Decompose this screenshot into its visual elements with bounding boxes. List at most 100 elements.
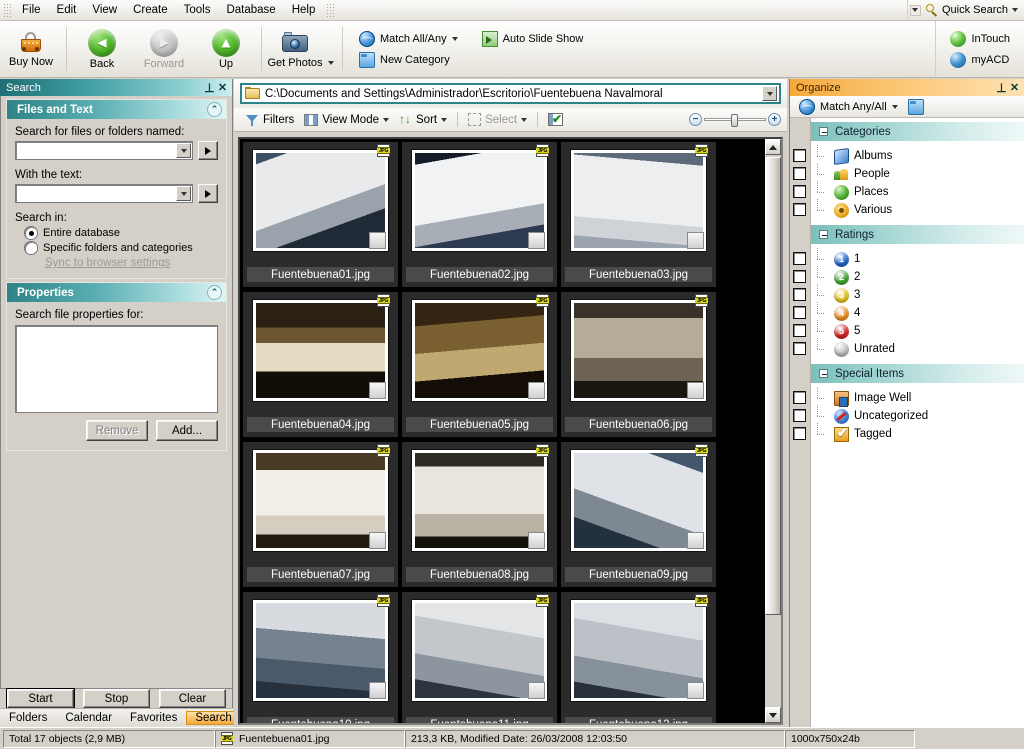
organize-section-header[interactable]: Ratings [811, 225, 1024, 244]
remove-button[interactable]: Remove [86, 420, 148, 441]
collapse-chevron-icon[interactable]: ⌃ [207, 285, 222, 300]
organize-tree-item[interactable]: 22 [811, 266, 1024, 286]
menu-item-create[interactable]: Create [125, 1, 176, 19]
organize-tree-item[interactable]: Places [811, 181, 1024, 201]
organize-tree-item[interactable]: Albums [811, 145, 1024, 165]
organize-item-checkbox[interactable] [793, 306, 806, 319]
address-dropdown-button[interactable] [762, 86, 777, 101]
scroll-up-button[interactable] [765, 139, 781, 155]
organize-tree-item[interactable]: Various [811, 199, 1024, 219]
text-go-button[interactable] [198, 184, 218, 203]
auto-slide-show-button[interactable]: Auto Slide Show [478, 30, 588, 48]
address-bar[interactable]: C:\Documents and Settings\Administrador\… [240, 83, 781, 104]
scrollbar-thumb[interactable] [765, 157, 781, 615]
tab-search[interactable]: Search [186, 711, 241, 725]
pin-icon[interactable]: ⊥ [203, 81, 216, 95]
menu-grip-2[interactable] [326, 2, 335, 18]
filename-combo[interactable] [15, 141, 193, 160]
buy-now-button[interactable]: Buy Now [0, 21, 62, 77]
thumbnail-item[interactable]: JPG Fuentebuena02.jpg [402, 142, 557, 287]
sync-to-browser-settings-link[interactable]: Sync to browser settings [45, 257, 218, 269]
thumbnail-item[interactable]: JPG Fuentebuena06.jpg [561, 292, 716, 437]
organize-tree-item[interactable]: People [811, 163, 1024, 183]
organize-item-checkbox[interactable] [793, 288, 806, 301]
organize-section-header[interactable]: Special Items [811, 364, 1024, 383]
start-button[interactable]: Start [7, 689, 74, 708]
toolbar-overflow-button[interactable] [909, 4, 921, 16]
organize-item-checkbox[interactable] [793, 203, 806, 216]
intouch-button[interactable]: InTouch [946, 30, 1014, 48]
organize-tree-item[interactable]: 11 [811, 248, 1024, 268]
organize-tree-item[interactable]: 55 [811, 320, 1024, 340]
organize-item-checkbox[interactable] [793, 409, 806, 422]
organize-section-header[interactable]: Categories [811, 122, 1024, 141]
match-all-any-button[interactable]: Match All/Any [355, 30, 462, 48]
close-icon[interactable]: ✕ [216, 81, 229, 94]
thumbnail-corner-handle[interactable] [369, 682, 386, 699]
menu-item-database[interactable]: Database [218, 1, 283, 19]
organize-tree-item[interactable]: 33 [811, 284, 1024, 304]
filename-go-button[interactable] [198, 141, 218, 160]
menu-grip[interactable] [3, 2, 11, 18]
organize-tree-item[interactable]: Tagged [811, 423, 1024, 443]
address-path[interactable]: C:\Documents and Settings\Administrador\… [265, 88, 762, 100]
up-button[interactable]: ▲ Up [195, 21, 257, 77]
organize-item-checkbox[interactable] [793, 252, 806, 265]
collapse-chevron-icon[interactable]: ⌃ [207, 102, 222, 117]
close-icon[interactable]: ✕ [1008, 81, 1021, 94]
collapse-expander-icon[interactable] [819, 230, 828, 239]
clear-button[interactable]: Clear [159, 689, 226, 708]
forward-button[interactable]: ► Forward [133, 21, 195, 77]
organize-tree-item[interactable]: Unrated [811, 338, 1024, 358]
organize-tree-item[interactable]: 44 [811, 302, 1024, 322]
thumbnail-corner-handle[interactable] [687, 232, 704, 249]
menu-item-view[interactable]: View [84, 1, 125, 19]
thumbnail-item[interactable]: JPG Fuentebuena09.jpg [561, 442, 716, 587]
pin-icon[interactable]: ⊥ [995, 81, 1008, 95]
thumbnail-item[interactable]: JPG Fuentebuena10.jpg [243, 592, 398, 723]
organize-tree-item[interactable]: Uncategorized [811, 405, 1024, 425]
get-photos-dropdown-button[interactable] [324, 21, 338, 77]
zoom-track[interactable] [704, 114, 766, 127]
menu-item-edit[interactable]: Edit [49, 1, 85, 19]
thumbnail-item[interactable]: JPG Fuentebuena11.jpg [402, 592, 557, 723]
quick-search-label[interactable]: Quick Search [942, 4, 1008, 16]
new-category-button[interactable]: New Category [355, 51, 454, 69]
myacd-button[interactable]: myACD [946, 51, 1014, 69]
thumbnail-item[interactable]: JPG Fuentebuena01.jpg [243, 142, 398, 287]
organize-item-checkbox[interactable] [793, 270, 806, 283]
thumbnail-corner-handle[interactable] [687, 382, 704, 399]
organize-item-checkbox[interactable] [793, 391, 806, 404]
organize-item-checkbox[interactable] [793, 185, 806, 198]
properties-list[interactable] [15, 325, 218, 413]
filename-input[interactable] [16, 143, 176, 158]
menu-item-help[interactable]: Help [284, 1, 324, 19]
scrollbar-track[interactable] [765, 155, 781, 707]
new-category-icon[interactable] [907, 98, 924, 115]
thumbnail-item[interactable]: JPG Fuentebuena12.jpg [561, 592, 716, 723]
thumbnail-item[interactable]: JPG Fuentebuena05.jpg [402, 292, 557, 437]
tab-calendar[interactable]: Calendar [56, 711, 121, 725]
get-photos-button[interactable]: Get Photos [266, 21, 324, 77]
menu-item-file[interactable]: File [14, 1, 49, 19]
menu-item-tools[interactable]: Tools [176, 1, 219, 19]
stop-button[interactable]: Stop [83, 689, 150, 708]
radio-entire-database[interactable]: Entire database [25, 227, 218, 239]
thumbnail-item[interactable]: JPG Fuentebuena08.jpg [402, 442, 557, 587]
thumbnail-corner-handle[interactable] [687, 532, 704, 549]
add-button[interactable]: Add... [156, 420, 218, 441]
thumbnail-corner-handle[interactable] [687, 682, 704, 699]
radio-specific-folders[interactable]: Specific folders and categories [25, 242, 218, 254]
tab-folders[interactable]: Folders [0, 711, 56, 725]
thumbnail-corner-handle[interactable] [528, 532, 545, 549]
files-and-text-header[interactable]: Files and Text ⌃ [7, 100, 226, 119]
text-dropdown-button[interactable] [176, 186, 191, 201]
sort-button[interactable]: ↑ ↓ Sort [394, 111, 452, 129]
collapse-expander-icon[interactable] [819, 369, 828, 378]
zoom-thumb[interactable] [731, 114, 738, 127]
collapse-expander-icon[interactable] [819, 127, 828, 136]
thumbnail-corner-handle[interactable] [369, 532, 386, 549]
quick-search-chevron-down-icon[interactable] [1012, 8, 1018, 12]
zoom-out-icon[interactable]: − [689, 113, 702, 126]
organize-item-checkbox[interactable] [793, 342, 806, 355]
